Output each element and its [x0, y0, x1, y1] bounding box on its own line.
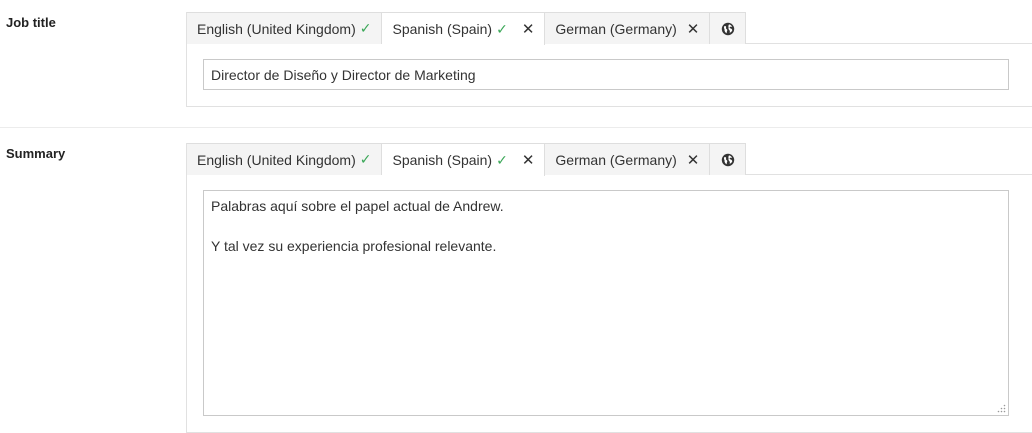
tab-label: English (United Kingdom) [197, 20, 356, 37]
summary-row: Summary English (United Kingdom) ✓ Spani… [0, 128, 1032, 433]
tab-spanish-spain[interactable]: Spanish (Spain) ✓ ✕ [382, 12, 546, 45]
tab-add-language[interactable] [710, 12, 747, 44]
tab-label: German (Germany) [555, 20, 677, 37]
job-title-row: Job title English (United Kingdom) ✓ Spa… [0, 0, 1032, 128]
resize-handle-icon[interactable] [996, 403, 1006, 413]
tab-label: Spanish (Spain) [392, 152, 493, 168]
summary-line: Palabras aquí sobre el papel actual de A… [211, 198, 504, 214]
close-icon[interactable]: ✕ [522, 20, 535, 38]
tab-english-uk[interactable]: English (United Kingdom) ✓ [187, 12, 383, 44]
summary-line: Y tal vez su experiencia profesional rel… [211, 238, 497, 254]
tab-add-language[interactable] [710, 143, 747, 175]
close-icon[interactable]: ✕ [522, 151, 535, 169]
summary-tabbar: English (United Kingdom) ✓ Spanish (Spai… [187, 143, 1032, 176]
tab-label: Spanish (Spain) [392, 21, 493, 37]
summary-textarea[interactable]: Palabras aquí sobre el papel actual de A… [203, 190, 1009, 416]
check-icon: ✓ [359, 151, 372, 167]
summary-label: Summary [6, 146, 66, 161]
tab-english-uk[interactable]: English (United Kingdom) ✓ [187, 143, 383, 175]
tab-german-germany[interactable]: German (Germany) ✕ [545, 143, 711, 175]
tab-label: English (United Kingdom) [197, 151, 356, 168]
check-icon: ✓ [496, 151, 508, 168]
job-title-field-panel: English (United Kingdom) ✓ Spanish (Spai… [186, 12, 1032, 107]
tab-label: German (Germany) [555, 151, 677, 168]
tab-german-germany[interactable]: German (Germany) ✕ [545, 12, 711, 44]
summary-field-panel: English (United Kingdom) ✓ Spanish (Spai… [186, 143, 1032, 433]
close-icon[interactable]: ✕ [687, 151, 700, 169]
job-title-tabbar: English (United Kingdom) ✓ Spanish (Spai… [187, 12, 1032, 45]
close-icon[interactable]: ✕ [687, 20, 700, 38]
tab-spanish-spain[interactable]: Spanish (Spain) ✓ ✕ [382, 143, 546, 176]
globe-icon [721, 153, 735, 166]
job-title-input[interactable] [203, 59, 1009, 90]
check-icon: ✓ [496, 20, 508, 37]
globe-icon [721, 22, 735, 35]
job-title-label: Job title [6, 15, 56, 30]
check-icon: ✓ [359, 20, 372, 36]
